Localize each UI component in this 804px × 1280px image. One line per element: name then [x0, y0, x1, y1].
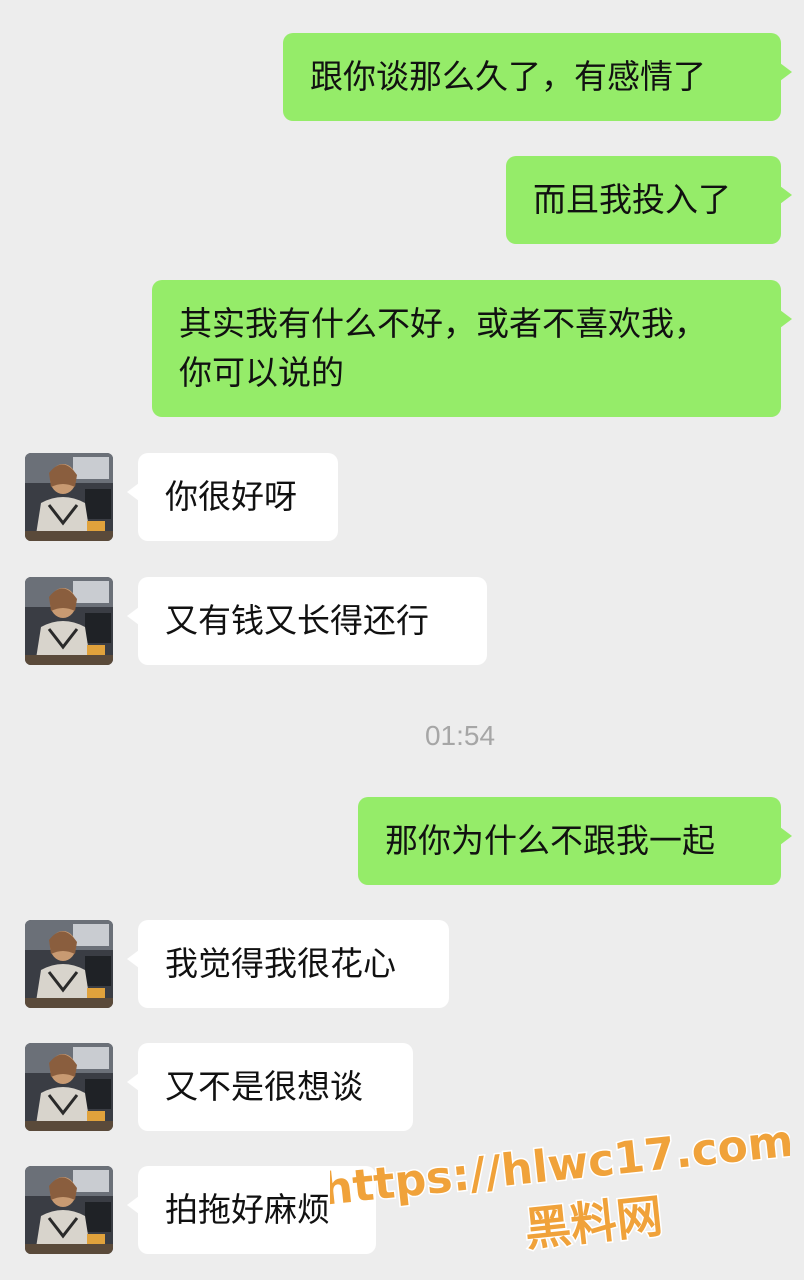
outgoing-message-bubble[interactable]: 其实我有什么不好，或者不喜欢我， 你可以说的	[152, 280, 792, 417]
incoming-message-bubble[interactable]: 又有钱又长得还行	[127, 577, 487, 665]
outgoing-message-bubble[interactable]: 那你为什么不跟我一起	[358, 797, 792, 885]
contact-avatar[interactable]	[25, 1166, 113, 1254]
message-timestamp: 01:54	[424, 720, 496, 751]
watermark-logo: https://hlwc17.com 黑料网	[330, 1114, 790, 1258]
contact-avatar[interactable]	[25, 453, 113, 541]
contact-avatar[interactable]	[25, 577, 113, 665]
outgoing-message-bubble[interactable]: 跟你谈那么久了，有感情了	[283, 33, 792, 121]
contact-avatar[interactable]	[25, 1043, 113, 1131]
contact-avatar[interactable]	[25, 920, 113, 1008]
incoming-message-bubble[interactable]: 我觉得我很花心	[127, 920, 449, 1008]
watermark-site-name: 黑料网	[522, 1189, 665, 1257]
incoming-message-bubble[interactable]: 又不是很想谈	[127, 1043, 413, 1131]
incoming-message-bubble[interactable]: 你很好呀	[127, 453, 338, 541]
incoming-message-bubble[interactable]: 拍拖好麻烦	[127, 1166, 376, 1254]
outgoing-message-bubble[interactable]: 而且我投入了	[506, 156, 792, 244]
